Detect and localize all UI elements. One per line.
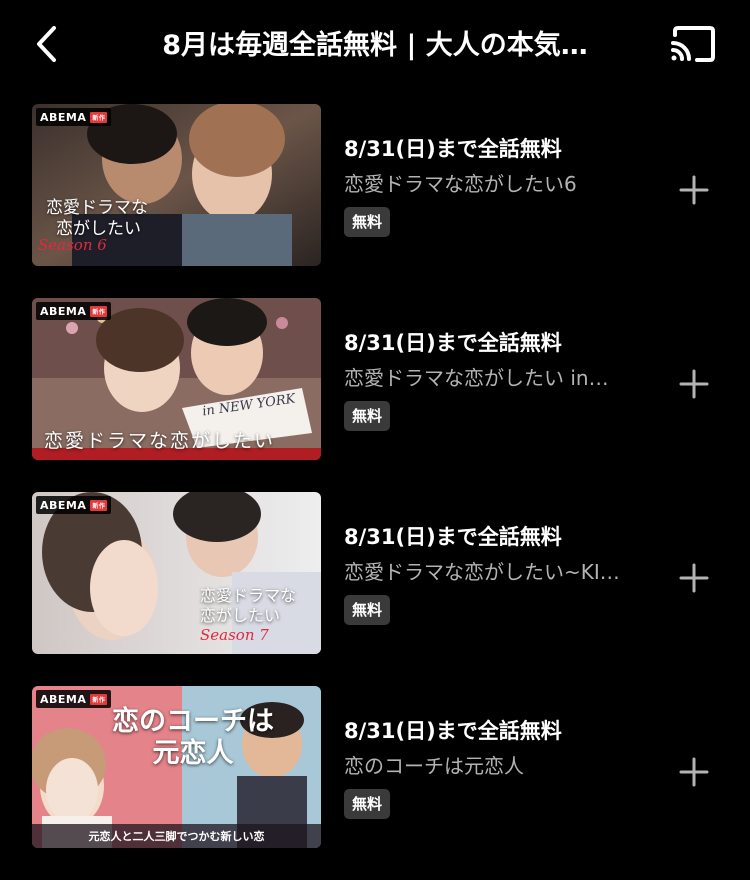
series-title: 恋愛ドラマな恋がしたい6 xyxy=(344,172,577,196)
abema-logo: ABEMA 新作 xyxy=(36,690,112,708)
plus-icon xyxy=(679,563,709,593)
thumbnail[interactable]: ABEMA 新作 恋のコーチは 元恋人 元恋人と二人三脚でつかむ新しい恋 xyxy=(32,686,321,848)
add-to-list-button[interactable] xyxy=(674,558,714,598)
free-badge: 無料 xyxy=(344,401,391,431)
item-info: 8/31(日)まで全話無料 恋愛ドラマな恋がしたい in… 無料 xyxy=(344,328,654,431)
plus-icon xyxy=(679,369,709,399)
abema-logo: ABEMA 新作 xyxy=(36,302,112,320)
back-button[interactable] xyxy=(26,22,66,66)
season-label: Season 6 xyxy=(38,236,107,254)
availability-text: 8/31(日)まで全話無料 xyxy=(344,331,562,355)
add-to-list-button[interactable] xyxy=(674,752,714,792)
thumbnail-tagline: 元恋人と二人三脚でつかむ新しい恋 xyxy=(88,830,265,843)
page-title: 8月は毎週全話無料 | 大人の本気… xyxy=(162,30,588,61)
list-item[interactable]: ABEMA 新作 恋愛ドラマな 恋がしたい Season 6 8/31(日)まで全… xyxy=(0,104,750,298)
plus-icon xyxy=(679,175,709,205)
app-header: 8月は毎週全話無料 | 大人の本気… xyxy=(0,0,750,92)
thumbnail[interactable]: ABEMA 新作 恋愛ドラマな 恋がしたい Season 7 xyxy=(32,492,321,654)
abema-logo: ABEMA 新作 xyxy=(36,496,112,514)
plus-icon xyxy=(679,757,709,787)
thumbnail[interactable]: ABEMA 新作 恋愛ドラマな 恋がしたい Season 6 xyxy=(32,104,321,266)
list-item[interactable]: ABEMA 新作 恋のコーチは 元恋人 元恋人と二人三脚でつかむ新しい恋 8/31… xyxy=(0,686,750,880)
availability-text: 8/31(日)まで全話無料 xyxy=(344,137,562,161)
thumbnail-title: 恋愛ドラマな恋がしたい xyxy=(44,430,276,452)
free-badge: 無料 xyxy=(344,207,391,237)
availability-text: 8/31(日)まで全話無料 xyxy=(344,719,562,743)
abema-logo: ABEMA 新作 xyxy=(36,108,112,126)
item-info: 8/31(日)まで全話無料 恋愛ドラマな恋がしたい6 無料 xyxy=(344,134,654,237)
series-title: 恋愛ドラマな恋がしたい~KI… xyxy=(344,560,620,584)
availability-text: 8/31(日)まで全話無料 xyxy=(344,525,562,549)
season-label: Season 7 xyxy=(200,626,269,644)
list-item[interactable]: ABEMA 新作 恋愛ドラマな 恋がしたい Season 7 8/31(日)まで全… xyxy=(0,492,750,686)
chevron-left-icon xyxy=(37,26,56,62)
thumbnail-title: 恋愛ドラマな 恋がしたい xyxy=(200,586,297,625)
item-info: 8/31(日)まで全話無料 恋愛ドラマな恋がしたい~KI… 無料 xyxy=(344,522,654,625)
add-to-list-button[interactable] xyxy=(674,170,714,210)
free-badge: 無料 xyxy=(344,595,391,625)
series-title: 恋のコーチは元恋人 xyxy=(344,754,524,778)
series-title: 恋愛ドラマな恋がしたい in… xyxy=(344,366,609,390)
add-to-list-button[interactable] xyxy=(674,364,714,404)
item-info: 8/31(日)まで全話無料 恋のコーチは元恋人 無料 xyxy=(344,716,654,819)
free-badge: 無料 xyxy=(344,789,391,819)
content-list: ABEMA 新作 恋愛ドラマな 恋がしたい Season 6 8/31(日)まで全… xyxy=(0,104,750,880)
thumbnail-title: 恋のコーチは 元恋人 xyxy=(112,706,274,769)
list-item[interactable]: ABEMA 新作 in NEW YORK 恋愛ドラマな恋がしたい 8/31(日)ま… xyxy=(0,298,750,492)
cast-icon xyxy=(671,26,715,62)
thumbnail[interactable]: ABEMA 新作 in NEW YORK 恋愛ドラマな恋がしたい xyxy=(32,298,321,460)
thumbnail-title: 恋愛ドラマな 恋がしたい xyxy=(46,198,148,239)
cast-button[interactable] xyxy=(664,20,722,68)
